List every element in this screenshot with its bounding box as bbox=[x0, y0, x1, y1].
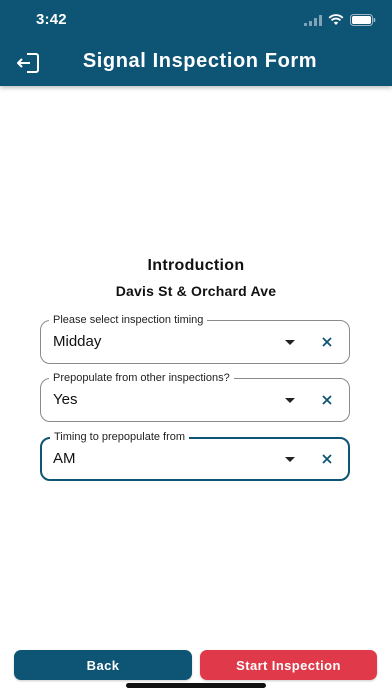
clear-icon[interactable] bbox=[321, 336, 333, 348]
field-label: Prepopulate from other inspections? bbox=[49, 372, 234, 385]
clear-icon[interactable] bbox=[321, 453, 333, 465]
chevron-down-icon[interactable] bbox=[285, 457, 295, 462]
signal-icon bbox=[304, 14, 322, 26]
battery-icon bbox=[350, 14, 376, 26]
clear-icon[interactable] bbox=[321, 394, 333, 406]
home-indicator bbox=[126, 683, 266, 688]
status-icons bbox=[304, 13, 376, 27]
field-value: Midday bbox=[53, 333, 102, 350]
field-value: AM bbox=[53, 450, 76, 467]
intersection-name: Davis St & Orchard Ave bbox=[115, 283, 277, 299]
status-time: 3:42 bbox=[36, 11, 67, 28]
field-label: Timing to prepopulate from bbox=[50, 431, 190, 444]
intro-title: Introduction bbox=[147, 257, 245, 274]
prepopulate-select[interactable]: Prepopulate from other inspections? Yes bbox=[40, 372, 350, 422]
start-inspection-button[interactable]: Start Inspection bbox=[200, 650, 377, 680]
app-header: 3:42 Signal Inspection Form bbox=[0, 0, 392, 86]
field-value: Yes bbox=[53, 391, 78, 408]
chevron-down-icon[interactable] bbox=[285, 398, 295, 403]
back-button[interactable]: Back bbox=[14, 650, 192, 680]
wifi-icon bbox=[328, 14, 344, 25]
page-title: Signal Inspection Form bbox=[82, 50, 318, 72]
prepopulate-timing-select[interactable]: Timing to prepopulate from AM bbox=[40, 431, 350, 481]
inspection-timing-select[interactable]: Please select inspection timing Midday bbox=[40, 314, 350, 364]
chevron-down-icon[interactable] bbox=[285, 340, 295, 345]
field-label: Please select inspection timing bbox=[49, 314, 208, 327]
